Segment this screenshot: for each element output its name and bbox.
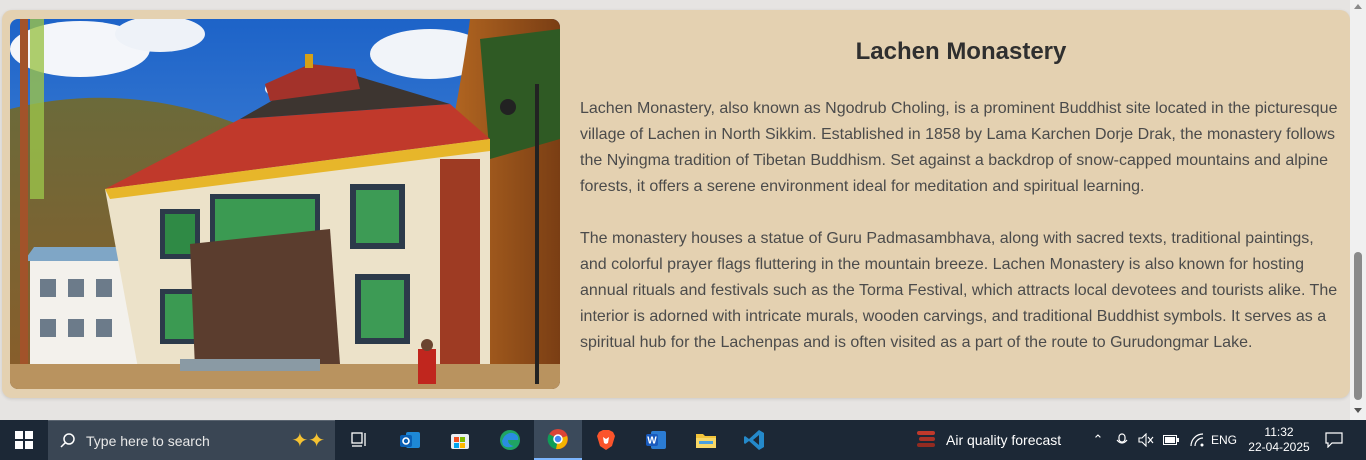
vscode-icon	[744, 430, 764, 450]
weather-label: Air quality forecast	[946, 432, 1062, 448]
battery-icon	[1163, 435, 1179, 445]
svg-text:W: W	[647, 436, 657, 447]
windows-logo-icon	[15, 431, 33, 449]
meet-now-button[interactable]	[1112, 420, 1132, 460]
show-hidden-icons-button[interactable]: ⌃	[1088, 420, 1108, 460]
language-label: ENG	[1210, 433, 1237, 447]
network-button[interactable]	[1186, 420, 1208, 460]
article-paragraph-1: Lachen Monastery, also known as Ngodrub …	[580, 100, 1338, 195]
folder-icon	[696, 434, 716, 448]
scrollbar-thumb[interactable]	[1354, 252, 1362, 400]
scroll-down-arrow-icon[interactable]	[1354, 408, 1362, 413]
weather-widget[interactable]: Air quality forecast	[914, 420, 1084, 460]
store-icon	[451, 434, 469, 449]
microsoft-store-app[interactable]	[436, 420, 484, 460]
air-quality-icon	[917, 431, 935, 447]
language-indicator[interactable]: ENG	[1210, 420, 1238, 460]
brave-app[interactable]	[582, 420, 630, 460]
task-view-icon	[351, 432, 366, 447]
chrome-icon	[547, 429, 568, 450]
page-area: Lachen Monastery Lachen Monastery, also …	[0, 0, 1350, 420]
article-content: Lachen Monastery Lachen Monastery, also …	[580, 32, 1342, 382]
clock[interactable]: 11:32 22-04-2025	[1240, 420, 1318, 460]
search-placeholder: Type here to search	[86, 432, 210, 449]
search-icon	[60, 432, 75, 448]
monastery-card: Lachen Monastery Lachen Monastery, also …	[2, 10, 1350, 398]
notifications-button[interactable]	[1318, 420, 1350, 460]
word-icon: W	[646, 431, 666, 449]
copilot-sparkle-icon[interactable]: ✦✦	[291, 428, 325, 453]
file-explorer-app[interactable]	[682, 420, 730, 460]
vertical-scrollbar[interactable]	[1350, 0, 1366, 420]
scroll-up-arrow-icon[interactable]	[1354, 4, 1362, 9]
volume-button[interactable]	[1136, 420, 1156, 460]
task-view-button[interactable]	[336, 420, 384, 460]
microphone-icon	[1116, 433, 1128, 444]
chrome-app[interactable]	[534, 420, 582, 460]
outlook-icon	[400, 432, 420, 448]
taskbar-search-box[interactable]: Type here to search ✦✦	[48, 420, 335, 460]
article-title: Lachen Monastery	[855, 38, 1067, 65]
monastery-photo	[10, 19, 560, 389]
battery-button[interactable]	[1160, 420, 1182, 460]
start-button[interactable]	[0, 420, 48, 460]
wifi-icon	[1190, 433, 1204, 447]
windows-taskbar: Type here to search ✦✦ W Air quality for…	[0, 420, 1366, 460]
notification-icon	[1325, 432, 1343, 448]
speaker-muted-icon	[1138, 433, 1154, 447]
word-app[interactable]: W	[632, 420, 680, 460]
clock-time: 11:32	[1264, 425, 1294, 439]
edge-app[interactable]	[486, 420, 534, 460]
clock-date: 22-04-2025	[1248, 440, 1310, 454]
edge-icon	[500, 430, 520, 450]
chevron-up-icon: ⌃	[1092, 432, 1104, 447]
vscode-app[interactable]	[730, 420, 778, 460]
outlook-app[interactable]	[386, 420, 434, 460]
article-paragraph-2: The monastery houses a statue of Guru Pa…	[580, 230, 1338, 351]
brave-lion-icon	[597, 430, 615, 450]
